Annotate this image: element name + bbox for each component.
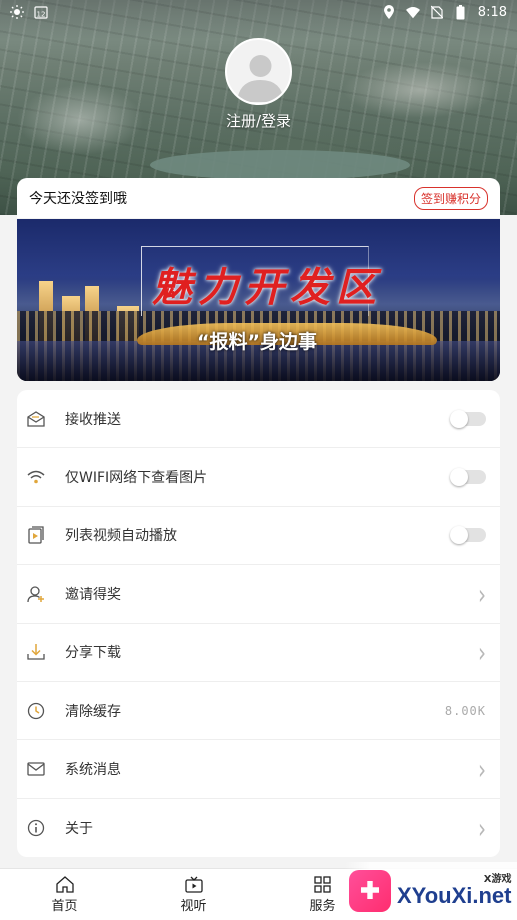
calendar-day: 12	[37, 11, 46, 19]
setting-label: 邀请得奖	[65, 586, 121, 603]
video-play-icon	[27, 526, 45, 545]
chevron-right-icon: ›	[478, 577, 486, 611]
autoplay-toggle[interactable]	[450, 526, 486, 545]
chevron-right-icon: ›	[478, 635, 486, 670]
river	[150, 150, 410, 180]
nav-audiovisual[interactable]: 视听	[129, 869, 258, 920]
setting-label: 列表视频自动播放	[65, 528, 177, 545]
settings-list: 接收推送 仅WIFI网络下查看图片 列表视频自动播放 邀请得奖 › 分享下载 ›	[17, 390, 500, 857]
no-sim-icon	[430, 5, 444, 19]
envelope-open-icon	[27, 410, 45, 428]
grid-icon	[314, 875, 331, 893]
setting-label: 系统消息	[65, 762, 121, 779]
push-toggle[interactable]	[450, 409, 486, 428]
banner-subtitle: “报料”身边事	[197, 331, 317, 353]
signin-card: 今天还没签到哦 签到赚积分	[17, 178, 500, 218]
calendar-icon: 12	[34, 5, 48, 19]
setting-label: 关于	[65, 820, 93, 837]
nav-home[interactable]: 首页	[0, 869, 129, 920]
download-icon	[27, 643, 45, 661]
setting-invite-reward[interactable]: 邀请得奖 ›	[17, 565, 500, 624]
nav-audiovisual-label: 视听	[180, 898, 207, 914]
chevron-right-icon: ›	[478, 752, 486, 786]
location-icon	[382, 5, 396, 19]
watermark-brand: XYouXi.net	[397, 883, 512, 908]
setting-share-download[interactable]: 分享下载 ›	[17, 624, 500, 682]
info-icon	[27, 819, 45, 837]
home-icon	[55, 875, 74, 893]
setting-receive-push[interactable]: 接收推送	[17, 390, 500, 449]
wifi-images-toggle[interactable]	[450, 468, 486, 487]
tv-icon	[184, 876, 203, 893]
setting-label: 清除缓存	[65, 703, 121, 720]
clock-icon	[27, 702, 45, 720]
nav-services-label: 服务	[309, 898, 336, 914]
cache-size-value: 8.00K	[444, 703, 486, 718]
signin-button[interactable]: 签到赚积分	[413, 186, 488, 210]
banner-title: 魅力开发区	[152, 264, 382, 311]
setting-system-messages[interactable]: 系统消息 ›	[17, 740, 500, 799]
setting-about[interactable]: 关于 ›	[17, 799, 500, 857]
chevron-right-icon: ›	[478, 811, 486, 845]
nav-home-label: 首页	[51, 898, 78, 914]
watermark-gamepad-icon	[349, 870, 391, 912]
watermark: X游戏 XYouXi.net	[345, 862, 517, 920]
setting-label: 仅WIFI网络下查看图片	[65, 470, 208, 487]
wifi-icon	[27, 468, 45, 486]
status-time: 8:18	[477, 4, 507, 20]
setting-autoplay-video[interactable]: 列表视频自动播放	[17, 507, 500, 566]
user-add-icon	[27, 585, 45, 603]
setting-label: 接收推送	[65, 411, 121, 428]
mail-icon	[27, 760, 45, 778]
battery-icon	[454, 4, 468, 19]
status-bar: 12 8:18	[0, 0, 517, 24]
weather-sun-icon	[10, 5, 24, 19]
login-register-link[interactable]: 注册/登录	[0, 110, 517, 131]
setting-clear-cache[interactable]: 清除缓存 8.00K	[17, 682, 500, 741]
wifi-icon	[405, 5, 420, 19]
signin-status-text: 今天还没签到哦	[29, 191, 127, 207]
setting-wifi-only-images[interactable]: 仅WIFI网络下查看图片	[17, 448, 500, 507]
setting-label: 分享下载	[65, 645, 121, 662]
avatar[interactable]	[225, 38, 292, 105]
promo-banner[interactable]: 魅力开发区 “报料”身边事	[17, 219, 500, 381]
user-avatar-icon	[237, 55, 284, 102]
